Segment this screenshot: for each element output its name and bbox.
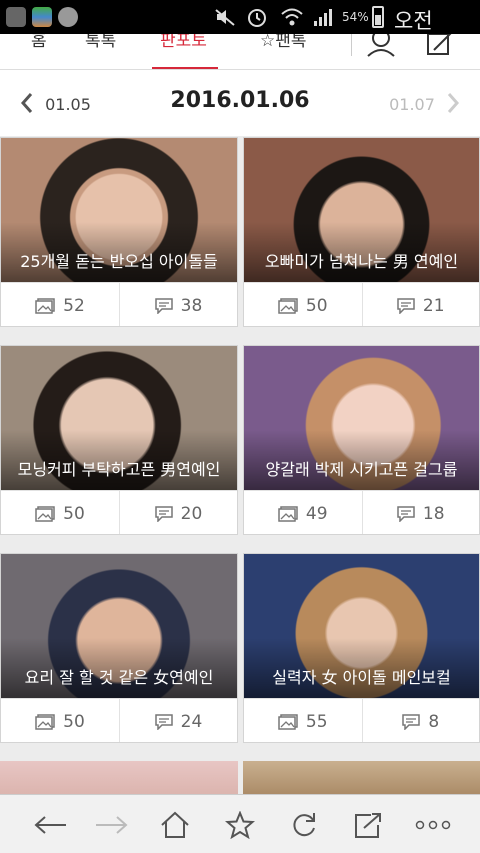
pencil-icon[interactable] (424, 34, 456, 58)
photo-count[interactable]: 50 (1, 491, 119, 534)
arrow-left-icon (34, 816, 66, 834)
comment-count[interactable]: 38 (119, 283, 237, 326)
home-button[interactable] (155, 809, 195, 841)
image-icon (278, 298, 298, 314)
comment-count[interactable]: 20 (119, 491, 237, 534)
gallery-notification-icon (32, 7, 52, 27)
photo-count[interactable]: 49 (244, 491, 362, 534)
photo-card[interactable]: 모닝커피 부탁하고픈 男연예인 50 20 (0, 345, 238, 535)
person-icon[interactable] (366, 34, 396, 58)
sync-notification-icon (58, 7, 78, 27)
image-icon (278, 714, 298, 730)
arrow-right-icon (96, 816, 128, 834)
tab-toktok[interactable]: 톡톡 (85, 34, 116, 51)
bookmark-button[interactable] (220, 809, 260, 841)
date-navigator: 01.05 2016.01.06 01.07 (0, 70, 480, 136)
next-date-label: 01.07 (389, 95, 435, 114)
photo-card[interactable]: 25개월 돋는 반오십 아이돌들 52 38 (0, 137, 238, 327)
card-thumbnail[interactable]: 양갈래 박제 시키고픈 걸그룹 (244, 346, 479, 490)
comment-count[interactable]: 21 (361, 283, 480, 326)
card-thumbnail[interactable]: 오빠미가 넘쳐나는 男 연예인 (244, 138, 479, 282)
image-icon (35, 298, 55, 314)
comment-count[interactable]: 24 (119, 699, 237, 742)
forward-button[interactable] (92, 809, 132, 841)
share-button[interactable] (348, 809, 388, 841)
app-notification-icon (6, 7, 26, 27)
comment-icon (154, 506, 173, 522)
comment-icon (154, 714, 173, 730)
comment-count-value: 38 (180, 296, 203, 316)
card-stats: 50 24 (1, 698, 237, 742)
comment-count-value: 18 (422, 504, 445, 524)
photo-count[interactable]: 52 (1, 283, 119, 326)
photo-card[interactable]: 요리 잘 할 것 같은 女연예인 50 24 (0, 553, 238, 743)
card-stats: 52 38 (1, 282, 237, 326)
card-stats: 55 8 (244, 698, 480, 742)
card-title[interactable]: 실력자 女 아이돌 메인보컬 (252, 664, 471, 688)
comment-count-value: 8 (428, 712, 440, 732)
photo-card[interactable]: 오빠미가 넘쳐나는 男 연예인 50 21 (243, 137, 480, 327)
card-title[interactable]: 오빠미가 넘쳐나는 男 연예인 (252, 248, 471, 272)
tab-fantalk[interactable]: ☆팬톡 (260, 34, 307, 51)
comment-icon (397, 298, 415, 314)
photo-count[interactable]: 55 (244, 699, 362, 742)
mute-icon (215, 9, 235, 26)
comment-icon (397, 506, 415, 522)
nav-divider (351, 34, 352, 56)
photo-count-value: 52 (63, 296, 85, 316)
status-bar: 54% 오전 2:55 (0, 0, 480, 59)
refresh-icon (293, 813, 315, 837)
tab-panphoto[interactable]: 판포토 (160, 34, 207, 51)
comment-count[interactable]: 18 (361, 491, 480, 534)
comment-icon (402, 714, 421, 730)
photo-card[interactable]: 실력자 女 아이돌 메인보컬 55 8 (243, 553, 480, 743)
more-dots-icon (415, 820, 451, 830)
card-title[interactable]: 25개월 돋는 반오십 아이돌들 (9, 248, 229, 272)
card-stats: 50 20 (1, 490, 237, 534)
more-button[interactable] (413, 809, 453, 841)
next-date-button[interactable]: 01.07 (389, 92, 460, 114)
battery-percent: 54% (342, 10, 369, 24)
alarm-icon (248, 9, 266, 27)
photo-count-value: 50 (63, 504, 85, 524)
photo-count-value: 50 (305, 296, 328, 316)
refresh-button[interactable] (284, 809, 324, 841)
comment-icon (154, 298, 173, 314)
back-button[interactable] (30, 809, 70, 841)
comment-count-value: 24 (180, 712, 203, 732)
photo-count[interactable]: 50 (1, 699, 119, 742)
photo-count-value: 55 (305, 712, 328, 732)
card-title[interactable]: 양갈래 박제 시키고픈 걸그룹 (252, 456, 471, 480)
wifi-icon (281, 8, 303, 26)
card-thumbnail[interactable]: 모닝커피 부탁하고픈 男연예인 (1, 346, 237, 490)
battery-icon (372, 6, 384, 28)
photo-count[interactable]: 50 (244, 283, 362, 326)
tab-home[interactable]: 홈 (31, 34, 47, 51)
star-icon (225, 811, 255, 839)
chevron-right-icon (447, 93, 460, 113)
photo-count-value: 50 (63, 712, 85, 732)
card-title[interactable]: 요리 잘 할 것 같은 女연예인 (9, 664, 229, 688)
home-icon (161, 811, 189, 838)
photo-card[interactable]: 양갈래 박제 시키고픈 걸그룹 49 18 (243, 345, 480, 535)
card-title[interactable]: 모닝커피 부탁하고픈 男연예인 (9, 456, 229, 480)
comment-count-value: 21 (422, 296, 445, 316)
card-thumbnail[interactable]: 25개월 돋는 반오십 아이돌들 (1, 138, 237, 282)
share-icon (355, 813, 381, 838)
image-icon (35, 714, 55, 730)
image-icon (35, 506, 55, 522)
browser-toolbar (0, 794, 480, 853)
photo-count-value: 49 (305, 504, 328, 524)
image-icon (278, 506, 298, 522)
comment-count[interactable]: 8 (361, 699, 480, 742)
top-nav: 홈 톡톡 판포토 ☆팬톡 (0, 34, 480, 70)
signal-icon (314, 9, 332, 26)
card-stats: 50 21 (244, 282, 480, 326)
card-thumbnail[interactable]: 요리 잘 할 것 같은 女연예인 (1, 554, 237, 698)
card-thumbnail[interactable]: 실력자 女 아이돌 메인보컬 (244, 554, 479, 698)
card-stats: 49 18 (244, 490, 480, 534)
comment-count-value: 20 (180, 504, 203, 524)
